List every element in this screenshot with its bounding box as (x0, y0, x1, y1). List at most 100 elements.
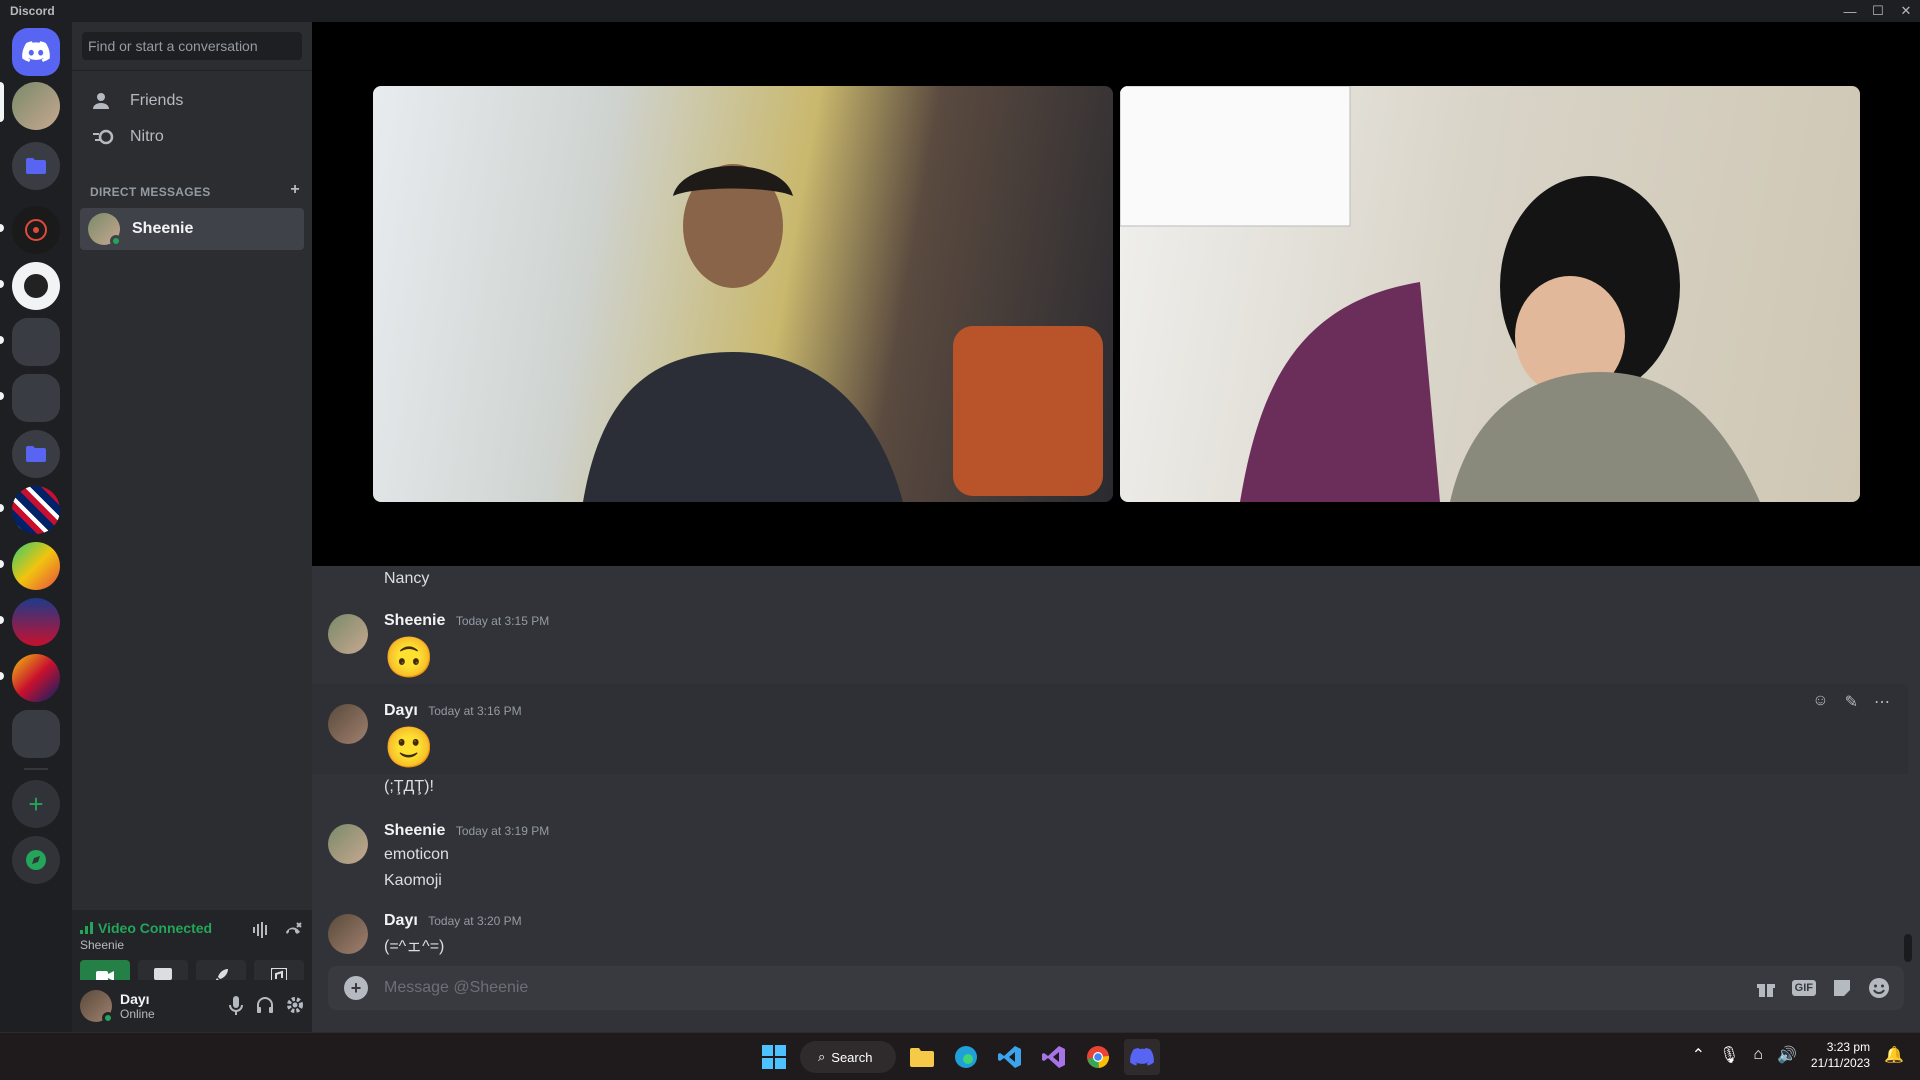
headphones-icon[interactable] (256, 996, 274, 1014)
tray-overflow-icon[interactable]: ⌃ (1692, 1045, 1705, 1065)
divider (72, 70, 312, 71)
message-input[interactable]: Message @Sheenie (384, 979, 528, 997)
dm-item-sheenie[interactable]: Sheenie (80, 208, 304, 250)
avatar[interactable] (328, 704, 368, 744)
message-text: (;ŢДŢ)! (384, 778, 434, 795)
file-explorer-button[interactable] (904, 1039, 940, 1075)
home-button[interactable] (12, 28, 60, 76)
chrome-button[interactable] (1080, 1039, 1116, 1075)
avatar[interactable] (328, 824, 368, 864)
discord-taskbar-button[interactable] (1124, 1039, 1160, 1075)
server-folder-3[interactable] (12, 374, 60, 422)
avatar[interactable] (328, 614, 368, 654)
close-button[interactable]: ✕ (1892, 0, 1920, 22)
user-info[interactable]: Dayı Online (120, 991, 155, 1021)
unread-pill (0, 560, 4, 568)
main-content: Nancy Sheenie Today at 3:15 PM 🙃 Dayı To… (312, 22, 1920, 1032)
avatar[interactable] (328, 914, 368, 954)
volume-icon[interactable]: 🔊 (1777, 1045, 1797, 1065)
windows-logo-icon (762, 1045, 786, 1069)
server-folder-4[interactable] (12, 430, 60, 478)
video-tile-sheenie[interactable] (1120, 86, 1860, 502)
dm-header-label: DIRECT MESSAGES (90, 185, 211, 199)
notification-bell-icon[interactable]: 🔔 (1884, 1045, 1904, 1065)
folder-icon (26, 446, 46, 462)
gif-button[interactable]: GIF (1791, 980, 1816, 996)
server-icon-2[interactable] (12, 206, 60, 254)
server-folder-2[interactable] (12, 318, 60, 366)
chat-scrollbar[interactable] (1904, 934, 1912, 962)
microphone-icon[interactable] (228, 996, 244, 1016)
server-icon-3[interactable] (12, 262, 60, 310)
unread-pill (0, 336, 4, 344)
avatar (88, 213, 122, 247)
avatar[interactable] (80, 990, 114, 1024)
dm-avatar-sheenie[interactable] (12, 82, 60, 130)
create-dm-button[interactable]: + (290, 181, 300, 199)
disconnect-icon[interactable] (284, 922, 302, 938)
vscode-button[interactable] (992, 1039, 1028, 1075)
edge-button[interactable] (948, 1039, 984, 1075)
message-composer: + Message @Sheenie GIF (328, 966, 1904, 1010)
taskbar-apps: ⌕ Search (756, 1039, 1160, 1075)
server-folder-1[interactable] (12, 142, 60, 190)
nav-nitro[interactable]: Nitro (80, 116, 304, 158)
nav-nitro-label: Nitro (130, 128, 164, 145)
more-options-icon[interactable]: ⋯ (1874, 692, 1890, 712)
unread-pill (0, 280, 4, 288)
server-icon-english-hub[interactable] (12, 598, 60, 646)
folder-icon (910, 1048, 934, 1067)
edit-icon[interactable]: ✎ (1845, 692, 1858, 712)
video-tile-dayi[interactable] (373, 86, 1113, 502)
author-name[interactable]: Sheenie (384, 612, 445, 629)
maximize-button[interactable]: ☐ (1864, 0, 1892, 22)
mascot-icon (24, 274, 48, 298)
taskbar-search[interactable]: ⌕ Search (800, 1041, 896, 1073)
server-icon-flags[interactable] (12, 654, 60, 702)
message-header: Dayı Today at 3:16 PM (384, 702, 522, 720)
voice-channel-name: Sheenie (80, 938, 125, 952)
explore-servers-button[interactable] (12, 836, 60, 884)
start-button[interactable] (756, 1039, 792, 1075)
gift-icon[interactable] (1756, 978, 1776, 998)
visual-studio-button[interactable] (1036, 1039, 1072, 1075)
server-folder-5[interactable] (12, 710, 60, 758)
sticker-icon[interactable] (1832, 978, 1852, 998)
hovered-message-highlight (312, 684, 1908, 774)
add-reaction-icon[interactable]: ☺ (1812, 692, 1828, 712)
video-feed-dayi (583, 164, 1103, 502)
unread-pill (0, 616, 4, 624)
network-icon[interactable]: ⌂ (1753, 1046, 1763, 1064)
video-stage (312, 22, 1920, 566)
clock-date: 21/11/2023 (1810, 1056, 1871, 1070)
user-status: Online (120, 1007, 155, 1021)
noise-suppression-icon[interactable] (252, 922, 270, 938)
window-controls: — ☐ ✕ (1836, 0, 1920, 22)
author-name[interactable]: Dayı (384, 912, 418, 929)
os-taskbar: ⌕ Search ⌃ 🎙 ⌂ 🔊 3:23 pm 21/11/2023 🔔 (0, 1032, 1920, 1080)
find-conversation-button[interactable]: Find or start a conversation (82, 32, 302, 60)
mic-tray-icon[interactable]: 🎙 (1719, 1045, 1739, 1065)
dm-item-name: Sheenie (132, 220, 194, 237)
timestamp: Today at 3:16 PM (428, 704, 522, 718)
video-feed-sheenie (1120, 86, 1760, 502)
clock[interactable]: 3:23 pm 21/11/2023 (1811, 1039, 1870, 1071)
author-name[interactable]: Dayı (384, 702, 418, 719)
online-status-dot (110, 235, 122, 247)
settings-gear-icon[interactable] (286, 996, 304, 1014)
minimize-button[interactable]: — (1836, 0, 1864, 22)
timestamp: Today at 3:15 PM (455, 614, 550, 628)
add-server-button[interactable]: + (12, 780, 60, 828)
upload-plus-icon[interactable]: + (344, 976, 368, 1000)
server-icon-uk[interactable] (12, 486, 60, 534)
plus-icon: + (28, 788, 44, 819)
voice-connection-status[interactable]: Video Connected (80, 920, 212, 936)
folder-icon (26, 158, 46, 174)
message-header: Sheenie Today at 3:15 PM (384, 612, 549, 630)
visual-studio-icon (1042, 1046, 1065, 1068)
composer-tools: GIF (1756, 977, 1890, 999)
server-icon-tlz[interactable] (12, 542, 60, 590)
author-name[interactable]: Sheenie (384, 822, 445, 839)
discord-icon (1130, 1047, 1154, 1066)
emoji-icon[interactable] (1868, 977, 1890, 999)
